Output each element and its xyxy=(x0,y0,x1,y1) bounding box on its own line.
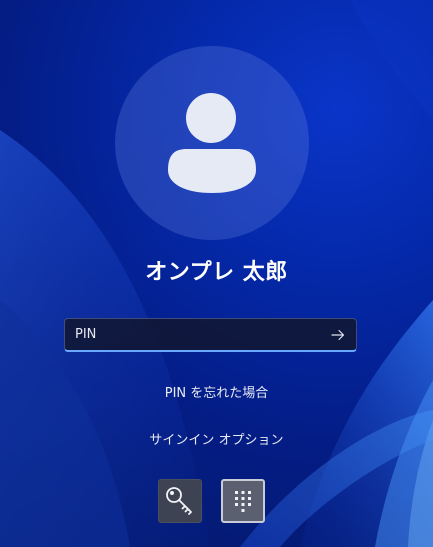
pin-keypad-icon xyxy=(235,491,251,512)
pin-input[interactable] xyxy=(65,319,315,350)
arrow-right-icon xyxy=(331,329,345,340)
sign-in-options-link[interactable]: サインイン オプション xyxy=(149,433,283,448)
user-avatar xyxy=(115,46,309,240)
forgot-pin-row: PIN を忘れた場合 xyxy=(0,382,433,401)
pin-sign-in-option[interactable] xyxy=(221,479,265,523)
key-icon xyxy=(166,487,192,515)
password-sign-in-option[interactable] xyxy=(158,479,202,523)
user-icon xyxy=(168,93,256,193)
forgot-pin-link[interactable]: PIN を忘れた場合 xyxy=(165,386,269,401)
pin-field xyxy=(64,318,357,352)
sign-in-options-row: サインイン オプション xyxy=(0,429,433,448)
user-name: オンプレ 太郎 xyxy=(145,260,288,285)
submit-pin-button[interactable] xyxy=(324,322,352,347)
